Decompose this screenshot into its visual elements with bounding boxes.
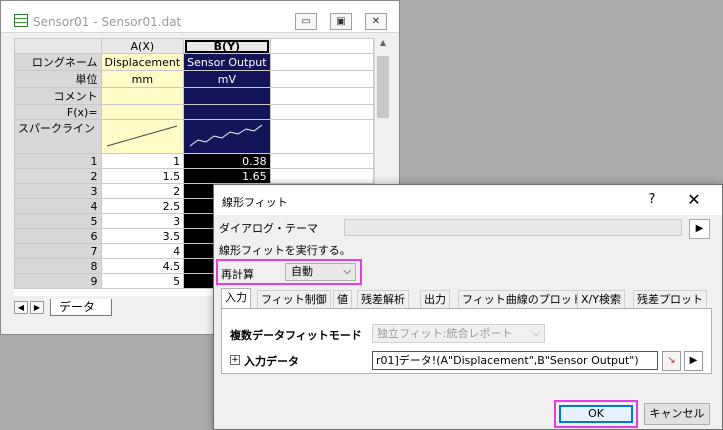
recalc-select[interactable]: 自動 ⌵ — [285, 263, 356, 281]
input-data-field[interactable]: r01]データ!(A"Displacement",B"Sensor Output… — [372, 351, 658, 370]
tab-values[interactable]: 値 — [333, 290, 352, 308]
cell-a-fx[interactable] — [100, 104, 185, 120]
tab-residual-plot[interactable]: 残差プロット — [633, 290, 707, 308]
column-header-b[interactable]: B(Y) — [183, 38, 271, 54]
dialog-description: 線形フィットを実行する。 — [219, 244, 351, 257]
cell-a[interactable]: 2 — [100, 183, 185, 199]
cell-a[interactable]: 4.5 — [100, 258, 185, 274]
tab-fitted-curve-plot[interactable]: フィット曲線のプロット — [458, 290, 587, 308]
tab-residual-analysis[interactable]: 残差解析 — [357, 290, 409, 308]
cell-a-units[interactable]: mm — [100, 70, 185, 88]
tab-nav-right-icon[interactable]: ▶ — [30, 301, 44, 314]
dialog-titlebar[interactable]: 線形フィット ? ✕ — [214, 185, 722, 215]
ok-button[interactable]: OK — [559, 405, 633, 423]
cell-a-comment[interactable] — [100, 87, 185, 105]
row-number[interactable]: 2 — [14, 168, 102, 184]
meta-row-label: ロングネーム — [14, 53, 102, 71]
cell-a[interactable]: 5 — [100, 273, 185, 289]
cell-b-longname[interactable]: Sensor Output — [183, 53, 271, 71]
cell-a-longname[interactable]: Displacement — [100, 53, 185, 71]
sparkline-a-graphic — [107, 125, 178, 147]
sheet-tab-data[interactable]: データ — [50, 299, 112, 316]
tab-xy-find[interactable]: X/Y検索 — [577, 290, 625, 308]
theme-arrow-icon[interactable]: ▶ — [689, 219, 710, 239]
minimize-icon: ▭ — [301, 16, 311, 27]
sparkline-a[interactable] — [100, 119, 185, 154]
recalc-label: 再計算 — [221, 268, 254, 281]
tab-nav-left-icon[interactable]: ◀ — [14, 301, 28, 314]
recalc-highlight: 再計算 自動 ⌵ — [216, 259, 362, 285]
row-number[interactable]: 9 — [14, 273, 102, 289]
chevron-down-icon: ⌵ — [343, 266, 351, 277]
cancel-button[interactable]: キャンセル — [644, 403, 710, 425]
recalc-value: 自動 — [291, 265, 313, 278]
row-number[interactable]: 1 — [14, 153, 102, 169]
meta-row-label: 単位 — [14, 70, 102, 88]
row-number[interactable]: 7 — [14, 243, 102, 259]
select-range-icon[interactable]: ↘ — [662, 351, 681, 371]
scroll-thumb[interactable] — [377, 56, 389, 118]
input-tab-panel: 複数データフィットモード 独立フィット:統合レポート ⌵ + 入力データ r01… — [221, 308, 712, 374]
row-number[interactable]: 6 — [14, 228, 102, 244]
expand-plus-icon[interactable]: + — [230, 355, 240, 365]
cell-a[interactable]: 3.5 — [100, 228, 185, 244]
chevron-down-icon: ⌵ — [532, 328, 540, 339]
cell-b[interactable]: 1.65 — [183, 168, 271, 184]
cell-b-comment[interactable] — [183, 87, 271, 105]
cell-b-units[interactable]: mV — [183, 70, 271, 88]
cell-a[interactable]: 4 — [100, 243, 185, 259]
help-icon[interactable]: ? — [638, 189, 666, 211]
linear-fit-dialog: 線形フィット ? ✕ ダイアログ・テーマ ▶ 線形フィットを実行する。 再計算 … — [213, 184, 723, 430]
cell-a[interactable]: 2.5 — [100, 198, 185, 214]
cell-a[interactable]: 3 — [100, 213, 185, 229]
tab-input[interactable]: 入力 — [221, 288, 251, 309]
dialog-title: 線形フィット — [222, 196, 288, 209]
cell-a[interactable]: 1.5 — [100, 168, 185, 184]
sparkline-b[interactable] — [183, 119, 271, 154]
cell-b-fx[interactable] — [183, 104, 271, 120]
sparkline-b-graphic — [190, 124, 263, 147]
row-number[interactable]: 4 — [14, 198, 102, 214]
corner-cell[interactable] — [14, 38, 102, 54]
table-row: 2 1.5 1.65 — [14, 168, 374, 184]
tab-fit-control[interactable]: フィット制御 — [257, 290, 331, 308]
restore-button[interactable]: ▣ — [330, 13, 352, 30]
row-number[interactable]: 5 — [14, 213, 102, 229]
cell-a[interactable]: 1 — [100, 153, 185, 169]
meta-row-label: コメント — [14, 87, 102, 105]
multi-fit-mode-value: 独立フィット:統合レポート — [377, 327, 513, 340]
dialog-theme-field[interactable] — [344, 219, 682, 236]
cell-b[interactable]: 0.38 — [183, 153, 271, 169]
dialog-theme-label: ダイアログ・テーマ — [219, 222, 318, 235]
dialog-tabs: 入力 フィット制御 値 残差解析 出力 フィット曲線のプロット X/Y検索 残差… — [221, 288, 717, 309]
close-icon[interactable]: ✕ — [680, 189, 708, 211]
row-number[interactable]: 8 — [14, 258, 102, 274]
column-header-a[interactable]: A(X) — [100, 38, 185, 54]
workbook-title: Sensor01 - Sensor01.dat — [33, 15, 182, 29]
input-arrow-icon[interactable]: ▶ — [684, 351, 703, 371]
row-number[interactable]: 3 — [14, 183, 102, 199]
tab-output[interactable]: 出力 — [420, 290, 450, 308]
table-row: 1 1 0.38 — [14, 153, 374, 169]
minimize-button[interactable]: ▭ — [295, 13, 317, 30]
multi-fit-mode-select[interactable]: 独立フィット:統合レポート ⌵ — [372, 324, 545, 343]
sparkline-row-label: スパークライン — [14, 119, 102, 154]
meta-row-label: F(x)= — [14, 104, 102, 120]
scroll-up-icon[interactable]: ▲ — [375, 38, 391, 47]
close-icon: ✕ — [371, 16, 381, 27]
worksheet-icon — [14, 14, 28, 27]
restore-icon: ▣ — [336, 16, 346, 27]
empty-column-header — [269, 38, 374, 54]
multi-fit-mode-label: 複数データフィットモード — [230, 329, 362, 342]
ok-highlight: OK — [554, 400, 638, 428]
close-button[interactable]: ✕ — [365, 13, 387, 30]
workbook-titlebar[interactable]: Sensor01 - Sensor01.dat ▭ ▣ ✕ — [1, 1, 399, 33]
input-data-label: 入力データ — [244, 355, 299, 368]
